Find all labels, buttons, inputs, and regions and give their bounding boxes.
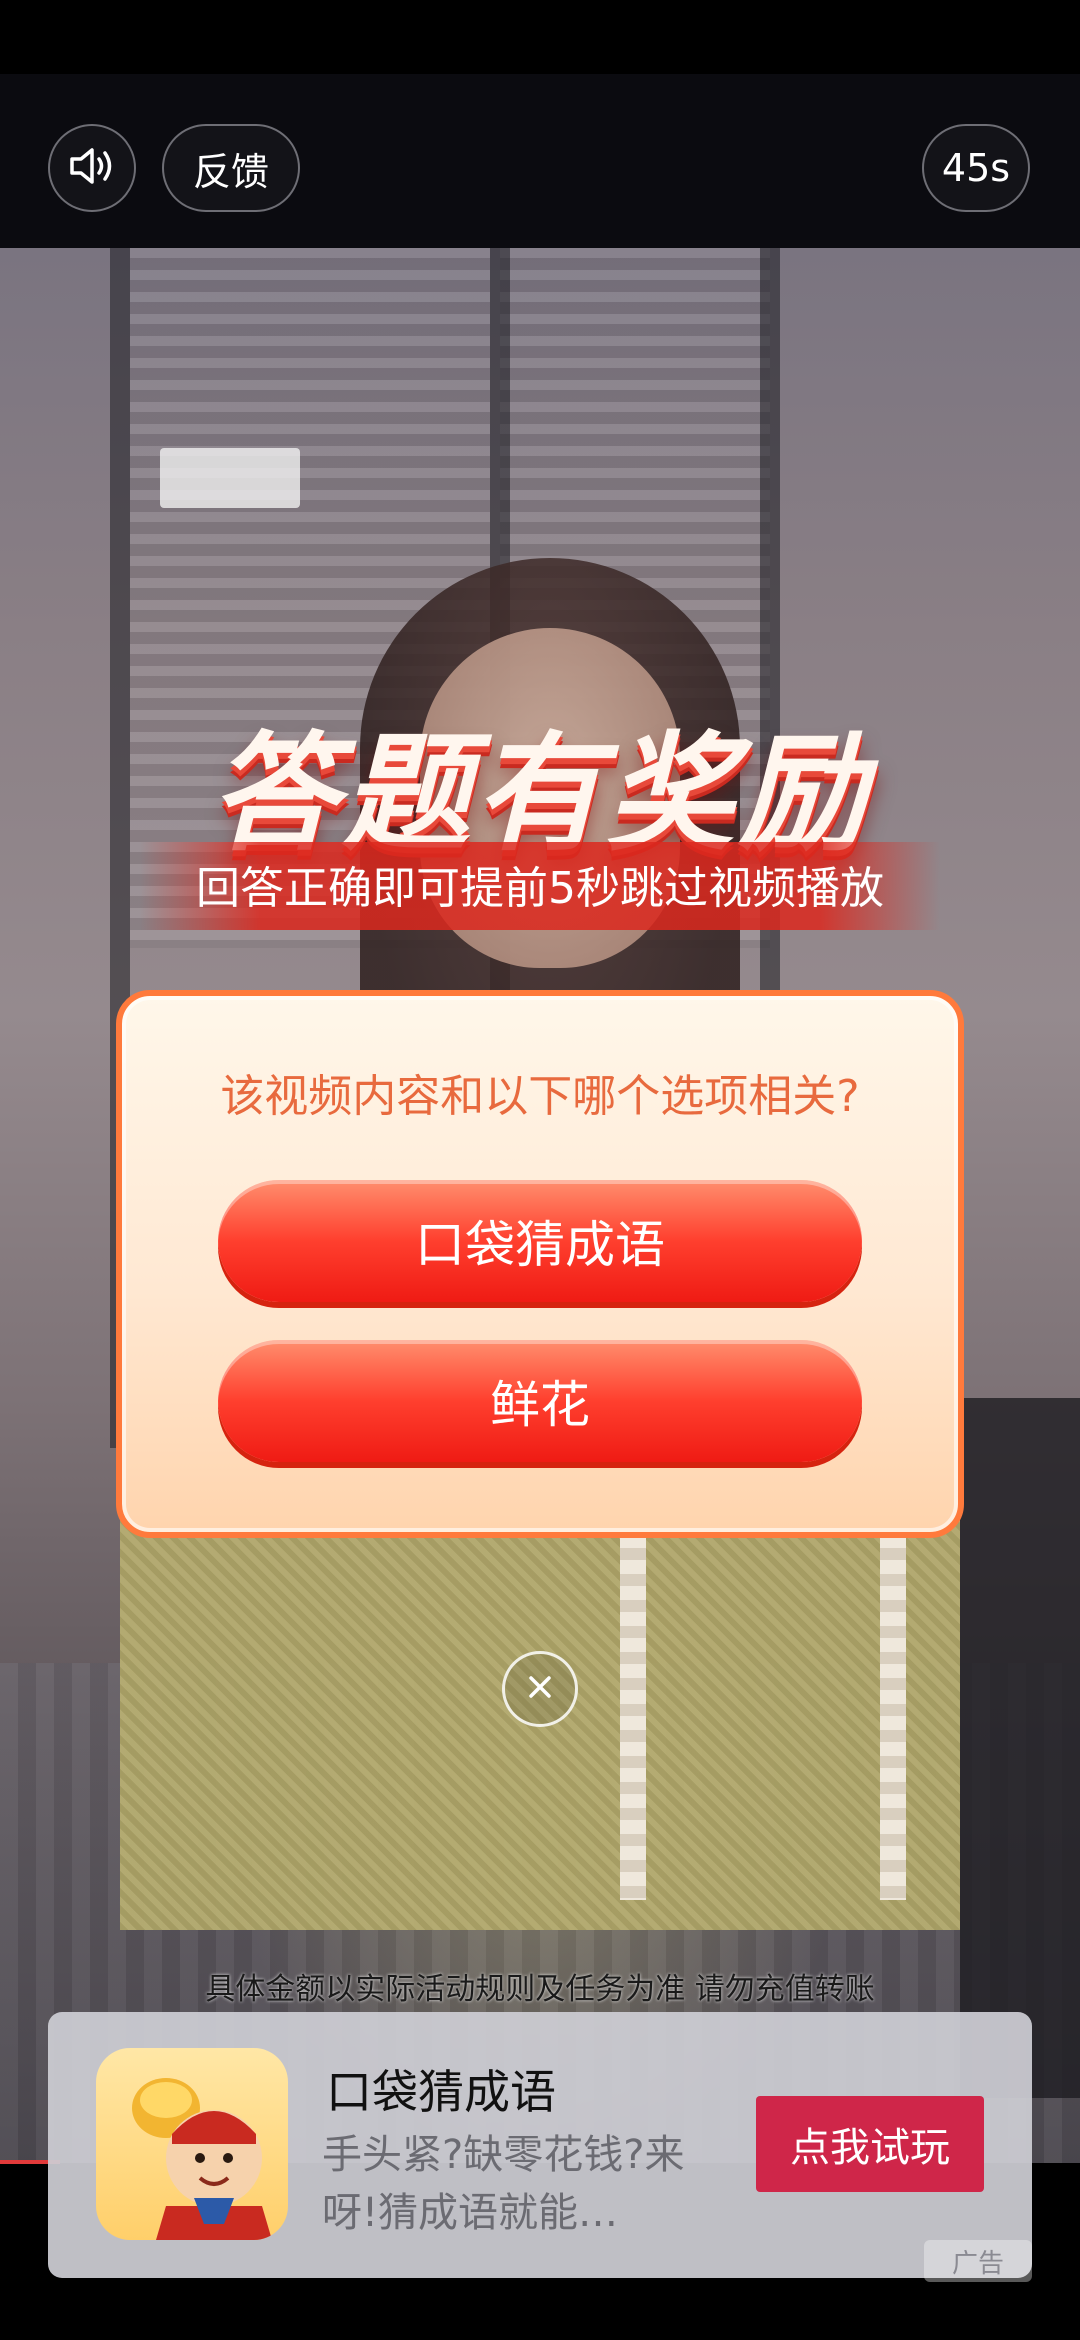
quiz-option-label: 口袋猜成语: [415, 1216, 665, 1274]
close-icon: [523, 1664, 557, 1715]
sound-toggle-button[interactable]: [48, 124, 136, 212]
ad-video-screen: 反馈 45s 答题有奖励 回答正确即可提前5秒跳过视频播放 该视频内容和以下哪个…: [0, 0, 1080, 2340]
ad-badge-label: 广告: [951, 2248, 1004, 2279]
speaker-icon: [68, 144, 116, 192]
quiz-subtitle: 回答正确即可提前5秒跳过视频播放: [196, 863, 884, 914]
disclaimer-text: 具体金额以实际活动规则及任务为准 请勿充值转账: [205, 1972, 875, 2007]
ad-badge: 广告: [924, 2240, 1032, 2282]
quiz-question: 该视频内容和以下哪个选项相关?: [220, 1071, 860, 1122]
background-door-sign: [160, 448, 300, 508]
quiz-option-label: 鲜花: [490, 1376, 590, 1434]
feedback-label: 反馈: [192, 149, 269, 194]
try-play-button[interactable]: 点我试玩: [756, 2096, 984, 2192]
countdown-value: 45s: [941, 146, 1011, 190]
countdown-timer: 45s: [922, 124, 1030, 212]
try-play-label: 点我试玩: [790, 2125, 950, 2171]
status-bar: [0, 0, 1080, 74]
close-quiz-button[interactable]: [502, 1651, 578, 1727]
ad-description: 手头紧?缺零花钱?来呀!猜成语就能…: [322, 2132, 685, 2236]
ad-app-name[interactable]: 口袋猜成语: [326, 2056, 556, 2122]
app-logo[interactable]: [96, 2048, 288, 2240]
quiz-option-button[interactable]: 口袋猜成语: [218, 1180, 862, 1302]
feedback-button[interactable]: 反馈: [162, 124, 300, 212]
quiz-option-button[interactable]: 鲜花: [218, 1340, 862, 1462]
